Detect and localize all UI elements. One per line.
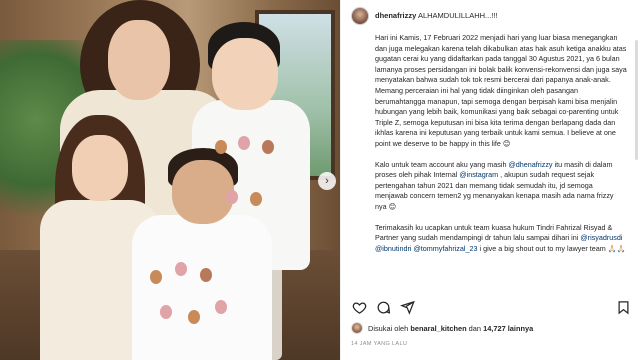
caption-text: Terimakasih ku ucapkan untuk team kuasa … xyxy=(375,222,613,243)
caption-text: Kalo untuk team account aku yang masih xyxy=(375,159,509,169)
caption-headline-row: dhenafrizzy ALHAMDULILLAHH...!!! xyxy=(375,10,498,21)
caption-headline: ALHAMDULILLAHH...!!! xyxy=(417,11,498,20)
mention-link[interactable]: @risyadrusdi xyxy=(580,233,622,242)
share-icon[interactable] xyxy=(399,299,415,315)
younger-boy-face xyxy=(172,160,234,224)
bear-print xyxy=(215,140,227,154)
comment-icon[interactable] xyxy=(375,299,391,315)
avatar[interactable] xyxy=(351,7,369,25)
caption-paragraph-1: Hari ini Kamis, 17 Februari 2022 menjadi… xyxy=(375,33,627,148)
mention-link[interactable]: @dhenafrizzy xyxy=(508,160,552,169)
likes-summary: Disukai oleh benaral_kitchen dan 14,727 … xyxy=(351,322,533,334)
chevron-right-icon: › xyxy=(325,175,329,187)
caption-body: Hari ini Kamis, 17 Februari 2022 menjadi… xyxy=(375,33,627,254)
mention-link[interactable]: @ibnutindri xyxy=(375,244,411,253)
post-photo[interactable]: › xyxy=(0,0,340,360)
bear-print xyxy=(262,140,274,154)
bear-print xyxy=(200,268,212,282)
bear-print xyxy=(175,262,187,276)
heart-icon[interactable] xyxy=(351,299,367,315)
mention-link[interactable]: @instagram xyxy=(459,170,498,179)
bear-print xyxy=(160,305,172,319)
caption-text: i give a big shout out to my lawyer team… xyxy=(477,243,626,253)
bear-print xyxy=(188,310,200,324)
caption-paragraph-3: Terimakasih ku ucapkan untuk team kuasa … xyxy=(375,223,627,255)
post-actions xyxy=(351,298,631,316)
older-boy-face xyxy=(212,38,278,110)
username-link[interactable]: dhenafrizzy xyxy=(375,11,416,20)
bear-print xyxy=(215,300,227,314)
bear-print xyxy=(226,190,238,204)
liker-username[interactable]: benaral_kitchen xyxy=(410,324,466,333)
likes-count[interactable]: 14,727 lainnya xyxy=(483,324,533,333)
post-timestamp[interactable]: 14 JAM YANG LALU xyxy=(351,341,407,347)
likes-prefix: Disukai oleh xyxy=(368,323,409,333)
avatar[interactable] xyxy=(351,322,363,334)
caption-scrollbar[interactable] xyxy=(635,40,638,160)
carousel-next-button[interactable]: › xyxy=(318,172,336,190)
bear-print xyxy=(150,270,162,284)
post-sidebar: dhenafrizzy ALHAMDULILLAHH...!!! Hari in… xyxy=(340,0,640,360)
caption-area[interactable]: dhenafrizzy ALHAMDULILLAHH...!!! Hari in… xyxy=(341,6,640,296)
bear-print xyxy=(238,136,250,150)
mother-face xyxy=(108,20,170,100)
likes-connector: dan xyxy=(468,323,482,333)
younger-boy-figure xyxy=(132,215,272,360)
caption-paragraph-2: Kalo untuk team account aku yang masih @… xyxy=(375,160,627,213)
bookmark-icon[interactable] xyxy=(615,299,631,315)
caption-header: dhenafrizzy ALHAMDULILLAHH...!!! xyxy=(351,6,629,25)
girl-face xyxy=(72,135,128,201)
bear-print xyxy=(250,192,262,206)
mention-link[interactable]: @tommyfahrizal_23 xyxy=(413,244,477,253)
